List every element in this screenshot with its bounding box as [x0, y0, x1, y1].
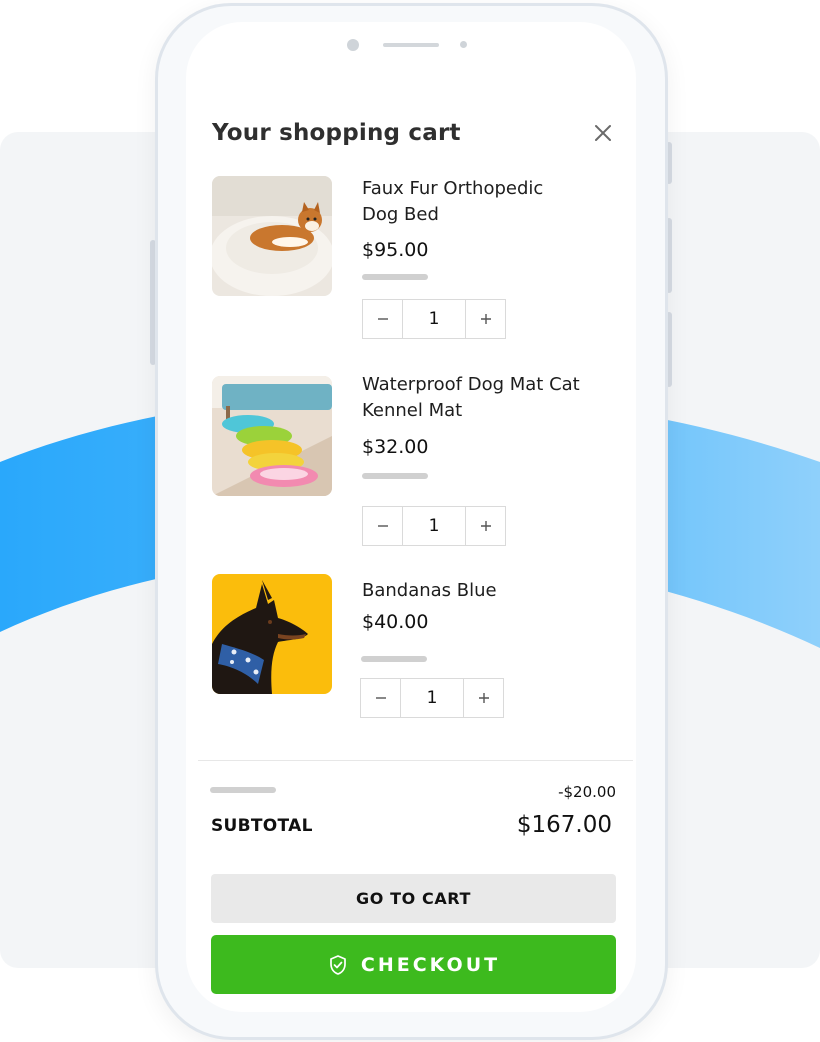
product-image-dog-bandana[interactable] [212, 574, 332, 694]
product-name[interactable]: Bandanas Blue [362, 578, 612, 604]
summary-divider [198, 760, 633, 761]
product-image-pet-mats[interactable] [212, 376, 332, 496]
speaker-slot [383, 43, 439, 47]
subtotal-value: $167.00 [516, 812, 612, 838]
checkout-label: CHECKOUT [360, 953, 501, 976]
product-name[interactable]: Faux Fur Orthopedic Dog Bed [362, 176, 572, 228]
discount-label-placeholder [210, 787, 276, 793]
quantity-input[interactable]: 1 [402, 300, 466, 338]
go-to-cart-button[interactable]: GO TO CART [211, 874, 616, 923]
quantity-stepper: 1 [362, 506, 506, 546]
minus-icon[interactable] [361, 679, 400, 717]
quantity-stepper: 1 [360, 678, 504, 718]
plus-icon[interactable] [464, 679, 503, 717]
product-price: $32.00 [362, 436, 429, 458]
go-to-cart-label: GO TO CART [355, 889, 472, 908]
close-icon[interactable] [590, 120, 616, 146]
camera-dot [347, 39, 359, 51]
placeholder-bar [362, 274, 428, 280]
product-name[interactable]: Waterproof Dog Mat Cat Kennel Mat [362, 372, 610, 424]
discount-value: -$20.00 [558, 783, 616, 801]
quantity-input[interactable]: 1 [402, 507, 466, 545]
quantity-input[interactable]: 1 [400, 679, 464, 717]
product-price: $95.00 [362, 239, 429, 261]
sensor-dot [460, 41, 467, 48]
cart-title: Your shopping cart [212, 120, 461, 146]
placeholder-bar [361, 656, 427, 662]
shield-check-icon [327, 954, 349, 976]
plus-icon[interactable] [466, 300, 505, 338]
subtotal-label: SUBTOTAL [211, 816, 313, 836]
placeholder-bar [362, 473, 428, 479]
minus-icon[interactable] [363, 300, 402, 338]
quantity-stepper: 1 [362, 299, 506, 339]
product-price: $40.00 [362, 611, 429, 633]
product-image-dog-bed[interactable] [212, 176, 332, 296]
minus-icon[interactable] [363, 507, 402, 545]
checkout-button[interactable]: CHECKOUT [211, 935, 616, 994]
plus-icon[interactable] [466, 507, 505, 545]
